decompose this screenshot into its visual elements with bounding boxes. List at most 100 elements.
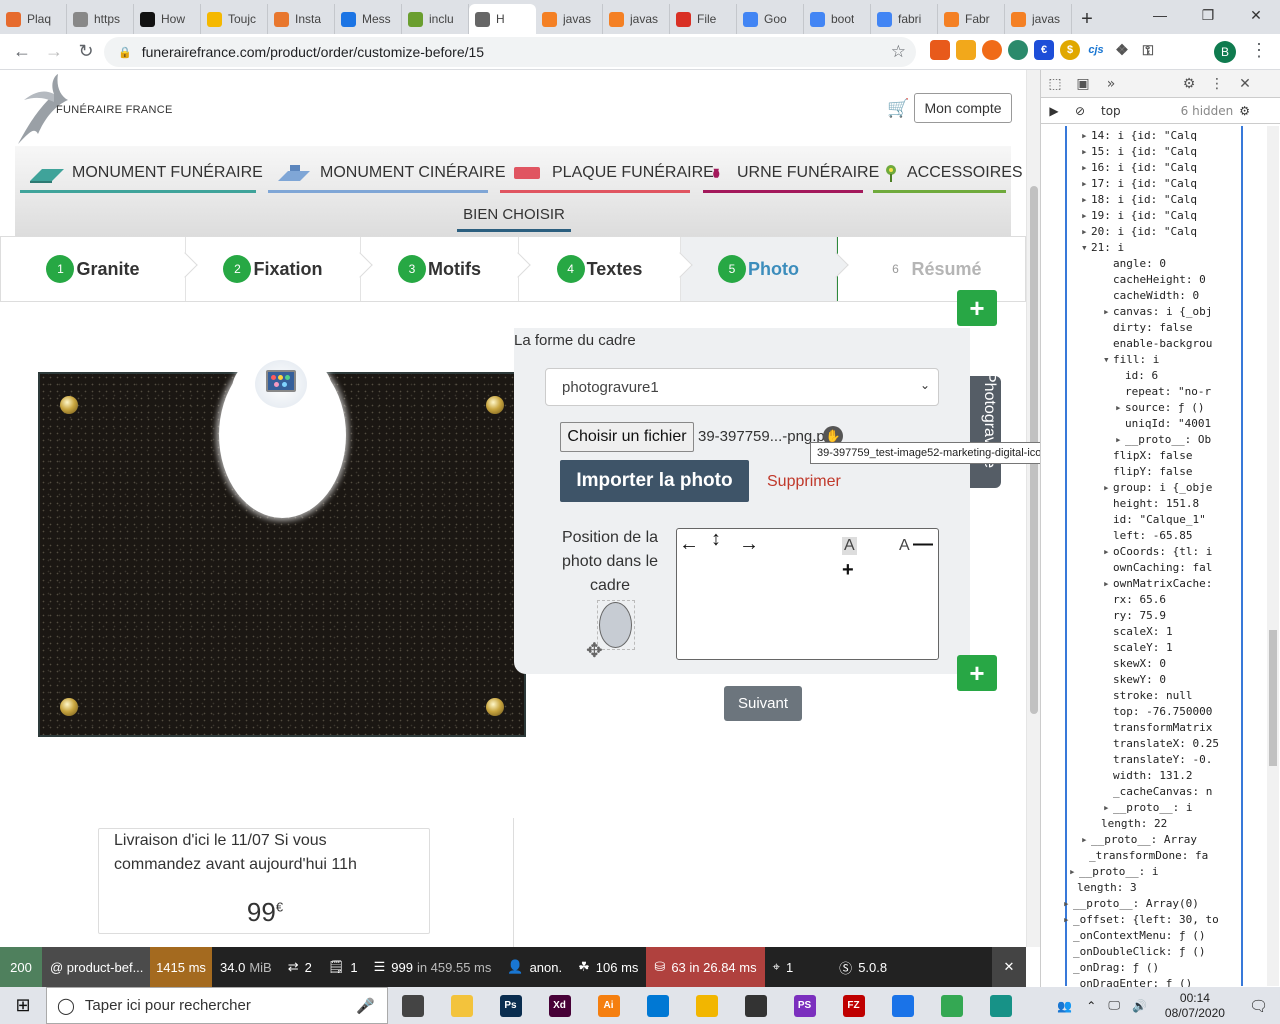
console-line[interactable]: ▸ __proto__: i	[1103, 800, 1192, 816]
console-line[interactable]: stroke: null	[1103, 688, 1192, 704]
browser-tab[interactable]: Fabr	[938, 4, 1005, 34]
add-element-button-bottom[interactable]: +	[957, 655, 997, 691]
events-count[interactable]: ⌖ 1	[765, 947, 802, 987]
illustrator-taskbar-button[interactable]: Ai	[584, 987, 633, 1024]
volume-icon[interactable]: 🔊	[1132, 999, 1147, 1013]
more-tabs-icon[interactable]: »	[1097, 76, 1125, 92]
category-urne-funeraire[interactable]: URNE FUNÉRAIRE	[703, 156, 879, 190]
symfony-version[interactable]: Ⓢ 5.0.8	[831, 947, 895, 987]
sidebar-toggle-icon[interactable]: ▶	[1041, 104, 1067, 118]
console-line[interactable]: flipX: false	[1103, 448, 1192, 464]
profile-avatar[interactable]: B	[1214, 41, 1236, 63]
security-user[interactable]: 👤 anon.	[499, 947, 570, 987]
extension-globe-icon[interactable]	[1008, 40, 1028, 60]
inspect-icon[interactable]: ⬚	[1041, 76, 1069, 92]
expand-triangle-icon[interactable]: ▸	[1081, 192, 1091, 208]
devtools-menu-icon[interactable]: ⋮	[1203, 76, 1231, 92]
console-line[interactable]: ▸ 20: i {id: "Calq	[1081, 224, 1197, 240]
expand-triangle-icon[interactable]: ▸	[1103, 576, 1113, 592]
step-motifs[interactable]: 3 Motifs	[361, 237, 531, 301]
console-line[interactable]: ▸ __proto__: Ob	[1115, 432, 1211, 448]
notifications-icon[interactable]: 🗨	[1249, 997, 1268, 1015]
next-button[interactable]: Suivant	[724, 686, 802, 721]
console-line[interactable]: enable-backgrou	[1103, 336, 1212, 352]
step-photo[interactable]: 5 Photo	[681, 237, 849, 301]
console-line[interactable]: top: -76.750000	[1103, 704, 1212, 720]
console-line[interactable]: scaleY: 1	[1103, 640, 1173, 656]
console-line[interactable]: flipY: false	[1103, 464, 1192, 480]
delete-photo-link[interactable]: Supprimer	[767, 473, 841, 491]
console-line[interactable]: cacheHeight: 0	[1103, 272, 1206, 288]
microphone-icon[interactable]: 🎤	[356, 997, 375, 1015]
console-line[interactable]: ▸ 16: i {id: "Calq	[1081, 160, 1197, 176]
expand-triangle-icon[interactable]: ▸	[1081, 160, 1091, 176]
console-line[interactable]: ▸ oCoords: {tl: i	[1103, 544, 1212, 560]
console-line[interactable]: angle: 0	[1103, 256, 1166, 272]
expand-triangle-icon[interactable]: ▸	[1103, 480, 1113, 496]
browser-tab[interactable]: H	[469, 4, 536, 34]
console-line[interactable]: ▸ 17: i {id: "Calq	[1081, 176, 1197, 192]
device-toggle-icon[interactable]: ▣	[1069, 76, 1097, 92]
context-select[interactable]: top	[1101, 104, 1121, 118]
cache-calls[interactable]: ☰ 999 in 459.55 ms	[366, 947, 500, 987]
browser-tab[interactable]: Insta	[268, 4, 335, 34]
forward-icon[interactable]: →	[38, 36, 70, 68]
console-line[interactable]: ▾ fill: i	[1103, 352, 1159, 368]
devtools-scrollbar[interactable]	[1267, 126, 1279, 986]
browser-tab[interactable]: File	[670, 4, 737, 34]
console-line[interactable]: _onContextMenu: ƒ ()	[1063, 928, 1205, 944]
console-line[interactable]: ▸ ownMatrixCache:	[1103, 576, 1212, 592]
clear-console-icon[interactable]: ⊘	[1067, 104, 1093, 118]
filezilla-taskbar-button[interactable]: FZ	[829, 987, 878, 1024]
task-view-taskbar-button[interactable]	[388, 987, 437, 1024]
console-line[interactable]: uniqId: "4001	[1115, 416, 1211, 432]
position-preview-oval[interactable]	[599, 602, 632, 648]
close-devtools-icon[interactable]: ✕	[1231, 76, 1259, 92]
photoshop-taskbar-button[interactable]: Ps	[486, 987, 535, 1024]
console-line[interactable]: ▾ 21: i	[1081, 240, 1124, 256]
expand-triangle-icon[interactable]: ▸	[1115, 400, 1125, 416]
bien-choisir-link[interactable]: BIEN CHOISIR	[457, 200, 571, 232]
size-small-label[interactable]: A	[842, 537, 857, 555]
browser-tab[interactable]: https	[67, 4, 134, 34]
console-line[interactable]: id: 6	[1115, 368, 1158, 384]
uploaded-photo-monitor-icon[interactable]	[255, 360, 307, 408]
size-large-label[interactable]: A	[899, 537, 910, 555]
expand-triangle-icon[interactable]: ▸	[1115, 432, 1125, 448]
browser-tab[interactable]: fabri	[871, 4, 938, 34]
forms-count[interactable]: 🗒 1	[320, 947, 366, 987]
choose-file-button[interactable]: Choisir un fichier	[560, 422, 694, 452]
clock[interactable]: 00:14 08/07/2020	[1165, 991, 1225, 1021]
step-textes[interactable]: 4 Textes	[519, 237, 693, 301]
console-line[interactable]: id: "Calque_1"	[1103, 512, 1206, 528]
close-toolbar-icon[interactable]: ✕	[992, 947, 1026, 987]
category-plaque-funeraire[interactable]: PLAQUE FUNÉRAIRE	[500, 156, 714, 190]
tray-expand-icon[interactable]: ⌃	[1086, 999, 1096, 1013]
git-kraken-taskbar-button[interactable]	[976, 987, 1025, 1024]
extension-pen-icon[interactable]	[930, 40, 950, 60]
browser-tab[interactable]: Toujc	[201, 4, 268, 34]
console-line[interactable]: _cacheCanvas: n	[1103, 784, 1212, 800]
console-line[interactable]: width: 131.2	[1103, 768, 1192, 784]
console-line[interactable]: skewX: 0	[1103, 656, 1166, 672]
chrome-b-taskbar-button[interactable]	[878, 987, 927, 1024]
extension-cjs-icon[interactable]: cjs	[1086, 40, 1106, 60]
devtools-scrollbar-thumb[interactable]	[1269, 630, 1277, 766]
arrow-right-icon[interactable]: →	[739, 533, 759, 556]
console-line[interactable]: _onDrag: ƒ ()	[1063, 960, 1159, 976]
browser-tab[interactable]: Mess	[335, 4, 402, 34]
taskbar-search[interactable]: ◯ Taper ici pour rechercher 🎤	[46, 987, 388, 1024]
request-time[interactable]: 1415 ms	[150, 947, 212, 987]
route-name[interactable]: @ product-bef...	[42, 947, 150, 987]
extensions-puzzle-icon[interactable]: ❖	[1112, 40, 1132, 60]
step-granite[interactable]: 1 Granite	[1, 237, 198, 301]
extension-euro-icon[interactable]: €	[1034, 40, 1054, 60]
expand-triangle-icon[interactable]: ▸	[1063, 896, 1073, 912]
expand-triangle-icon[interactable]: ▸	[1081, 128, 1091, 144]
console-line[interactable]: ▸ 18: i {id: "Calq	[1081, 192, 1197, 208]
browser-tab[interactable]: How	[134, 4, 201, 34]
console-line[interactable]: repeat: "no-r	[1115, 384, 1211, 400]
console-line[interactable]: ▸ 14: i {id: "Calq	[1081, 128, 1197, 144]
category-accessoires[interactable]: ACCESSOIRES	[873, 156, 1023, 190]
bookmark-star-icon[interactable]: ☆	[891, 42, 906, 62]
